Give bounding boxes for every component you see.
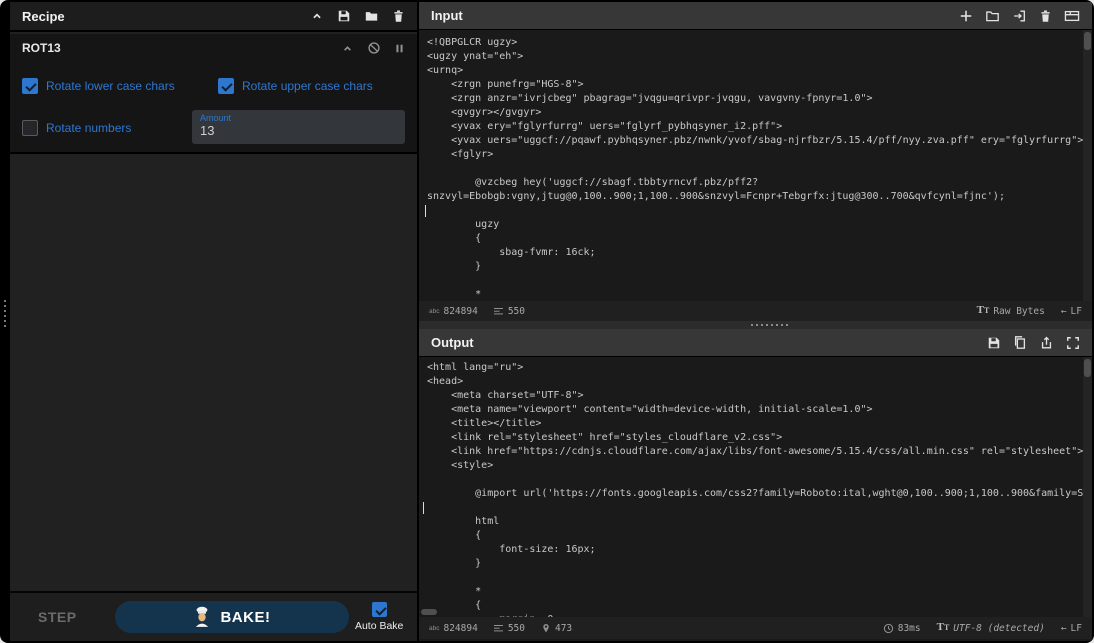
input-editor[interactable]: <!QBPGLCR ugzy> <ugzy ynat="eh"> <urnq> … xyxy=(419,30,1092,301)
output-cursor-position: 473 xyxy=(555,623,572,634)
arg-rotate-upper[interactable]: Rotate upper case chars xyxy=(218,78,373,94)
checkbox-label-rotate-upper[interactable]: Rotate upper case chars xyxy=(242,79,373,93)
amount-field[interactable]: Amount 13 xyxy=(192,110,405,144)
io-panels: Input <!QBPGLCR ugz xyxy=(419,2,1092,641)
line-count-icon xyxy=(494,306,504,316)
checkbox-rotate-upper[interactable] xyxy=(218,78,234,94)
line-ending-arrow-icon: ← xyxy=(1061,623,1067,634)
save-recipe-icon[interactable] xyxy=(337,9,351,23)
recipe-title: Recipe xyxy=(22,9,65,24)
output-header: Output xyxy=(419,329,1092,357)
checkbox-rotate-lower[interactable] xyxy=(22,78,38,94)
input-scrollbar-track[interactable] xyxy=(1083,30,1092,301)
bake-button[interactable]: BAKE! xyxy=(115,601,350,633)
io-splitter-handle[interactable] xyxy=(751,324,788,326)
input-line-count: 550 xyxy=(508,306,525,317)
output-scrollbar-track[interactable] xyxy=(1083,357,1092,617)
amount-label: Amount xyxy=(200,113,397,123)
input-line-ending[interactable]: LF xyxy=(1071,306,1082,317)
input-char-count: 824894 xyxy=(443,306,477,317)
replace-input-with-output-icon[interactable] xyxy=(1039,336,1054,350)
io-splitter[interactable] xyxy=(419,321,1092,329)
disable-operation-icon[interactable] xyxy=(367,41,381,55)
output-scrollbar-thumb[interactable] xyxy=(1084,359,1091,377)
save-output-icon[interactable] xyxy=(987,336,1001,350)
chef-icon xyxy=(193,606,211,628)
operation-name: ROT13 xyxy=(22,41,61,55)
open-file-import-icon[interactable] xyxy=(1012,9,1027,23)
auto-bake-checkbox[interactable] xyxy=(372,602,387,617)
cyberchef-window: Recipe ROT13 xyxy=(0,0,1094,643)
input-scrollbar-thumb[interactable] xyxy=(1084,32,1091,50)
input-title: Input xyxy=(431,8,463,23)
operation-rot13[interactable]: ROT13 Rotate lower case chars xyxy=(10,34,417,154)
char-count-icon: abc xyxy=(429,625,439,632)
output-hscrollbar-thumb[interactable] xyxy=(421,609,437,615)
output-text: <html lang="ru"> <head> <meta charset="U… xyxy=(419,357,1092,617)
input-header: Input xyxy=(419,2,1092,30)
character-encoding-icon: TT xyxy=(937,622,950,634)
checkbox-label-rotate-numbers[interactable]: Rotate numbers xyxy=(46,121,131,135)
clear-recipe-trash-icon[interactable] xyxy=(392,9,405,23)
output-title: Output xyxy=(431,335,474,350)
line-ending-arrow-icon: ← xyxy=(1061,306,1067,317)
output-caret xyxy=(423,502,424,514)
input-caret xyxy=(425,205,426,217)
character-encoding-icon: TT xyxy=(977,305,990,317)
output-line-count: 550 xyxy=(508,623,525,634)
add-input-tab-icon[interactable] xyxy=(959,9,973,23)
checkbox-label-rotate-lower[interactable]: Rotate lower case chars xyxy=(46,79,175,93)
input-status-bar: abc 824894 550 TT Raw Bytes ← LF xyxy=(419,301,1092,321)
clock-icon xyxy=(883,623,894,634)
bake-button-label: BAKE! xyxy=(220,609,270,626)
maximize-output-icon[interactable] xyxy=(1066,336,1080,350)
output-encoding[interactable]: UTF-8 (detected) xyxy=(953,623,1045,634)
cursor-position-pin-icon xyxy=(541,622,551,634)
input-encoding[interactable]: Raw Bytes xyxy=(993,306,1044,317)
operation-title-row: ROT13 xyxy=(10,34,417,62)
recipe-controls-bar: STEP BAKE! Auto Bake xyxy=(10,591,417,641)
arg-rotate-numbers[interactable]: Rotate numbers xyxy=(22,120,131,136)
line-count-icon xyxy=(494,623,504,633)
chevron-up-icon[interactable] xyxy=(310,9,324,23)
output-line-ending[interactable]: LF xyxy=(1071,623,1082,634)
checkbox-rotate-numbers[interactable] xyxy=(22,120,38,136)
arg-rotate-lower[interactable]: Rotate lower case chars xyxy=(22,78,175,94)
collapse-operation-icon[interactable] xyxy=(341,42,354,55)
recipe-header: Recipe xyxy=(10,2,417,32)
recipe-panel: Recipe ROT13 xyxy=(10,2,417,641)
operations-splitter-handle[interactable] xyxy=(4,300,6,327)
char-count-icon: abc xyxy=(429,308,439,315)
output-char-count: 824894 xyxy=(443,623,477,634)
amount-value[interactable]: 13 xyxy=(200,123,397,139)
output-editor: <html lang="ru"> <head> <meta charset="U… xyxy=(419,357,1092,617)
breakpoint-pause-icon[interactable] xyxy=(394,42,405,55)
clear-io-trash-icon[interactable] xyxy=(1039,9,1052,23)
tab-view-icon[interactable] xyxy=(1064,9,1080,23)
output-bake-time: 83ms xyxy=(898,623,921,634)
copy-output-icon[interactable] xyxy=(1013,335,1027,350)
auto-bake-label[interactable]: Auto Bake xyxy=(355,620,403,632)
load-recipe-folder-icon[interactable] xyxy=(364,9,379,23)
input-text[interactable]: <!QBPGLCR ugzy> <ugzy ynat="eh"> <urnq> … xyxy=(419,30,1092,301)
auto-bake-control[interactable]: Auto Bake xyxy=(349,602,409,632)
step-button[interactable]: STEP xyxy=(38,609,77,625)
output-status-bar: abc 824894 550 473 83m xyxy=(419,617,1092,639)
open-folder-icon[interactable] xyxy=(985,9,1000,23)
